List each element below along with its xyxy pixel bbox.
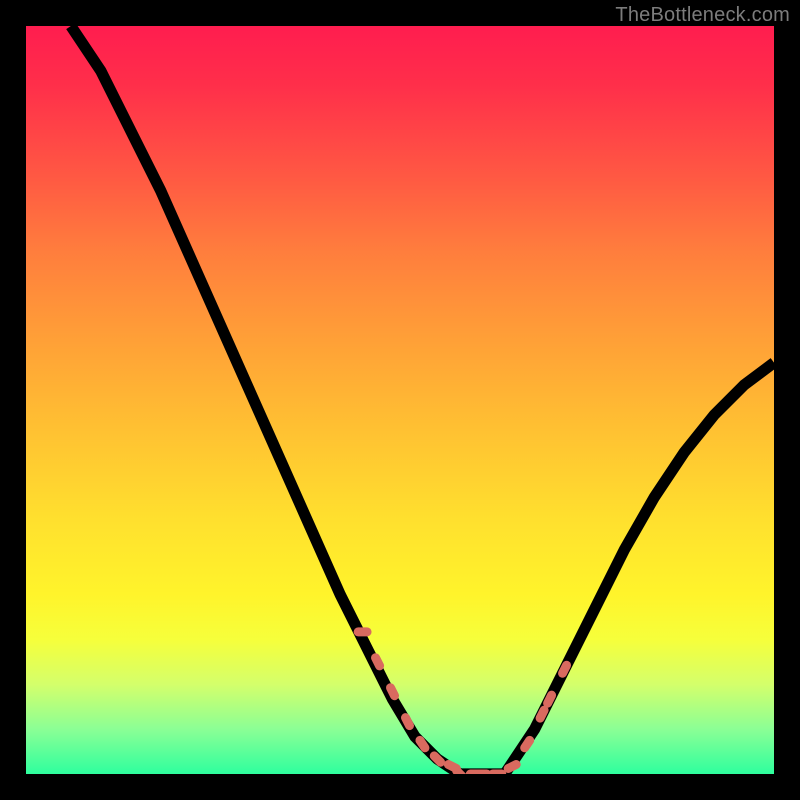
marker-group xyxy=(354,627,573,774)
outer-frame: TheBottleneck.com xyxy=(0,0,800,800)
plot-area xyxy=(26,26,774,774)
chart-svg xyxy=(26,26,774,774)
curve-group xyxy=(71,26,774,774)
watermark-text: TheBottleneck.com xyxy=(615,4,790,27)
curve-left-branch xyxy=(71,26,460,774)
marker-point xyxy=(488,770,506,774)
marker-point xyxy=(354,627,372,636)
